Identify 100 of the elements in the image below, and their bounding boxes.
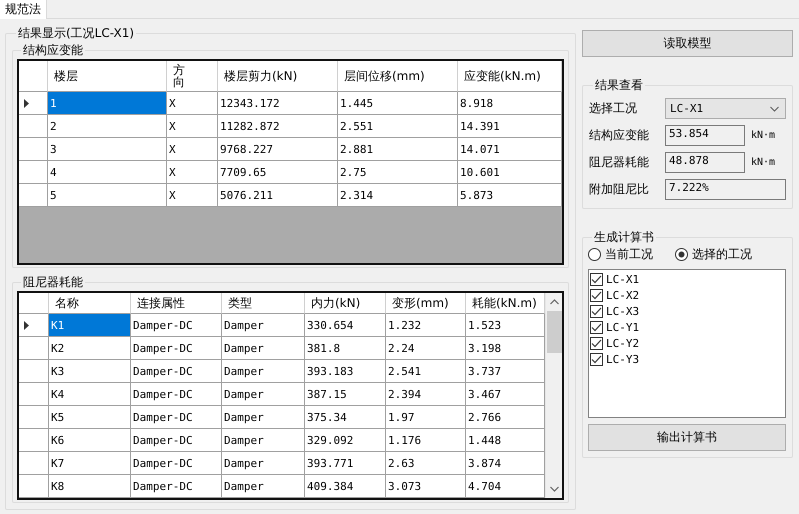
tab[interactable]: 规范法: [0, 0, 47, 19]
table-cell[interactable]: 2.394: [386, 383, 466, 406]
column-header[interactable]: 方向: [167, 61, 218, 92]
table-cell[interactable]: 10.601: [458, 161, 562, 184]
table-cell[interactable]: 387.15: [305, 383, 386, 406]
table-cell[interactable]: 375.34: [305, 406, 386, 429]
table-cell[interactable]: 330.654: [305, 314, 386, 337]
table-cell[interactable]: 1.97: [386, 406, 466, 429]
column-header[interactable]: 耗能(kN.m): [466, 293, 545, 314]
column-header[interactable]: 连接属性: [131, 293, 222, 314]
table-cell[interactable]: X: [167, 92, 218, 115]
table-cell[interactable]: 8.918: [458, 92, 562, 115]
scrollbar[interactable]: [545, 293, 562, 498]
data-grid[interactable]: 楼层 方向 楼层剪力(kN) 层间位移(mm) 应变能(kN.m) 1 X 12343.172 1.445 8.918 2 X 11282.872 2.551 14.391 3 X 9768.227 2.881 14.071 4 X 7709.65 2.75 10.601 5 X 5076.211 2.314 5.873: [17, 59, 564, 265]
table-cell[interactable]: Damper: [222, 337, 305, 360]
table-cell[interactable]: 393.183: [305, 360, 386, 383]
read-model-button[interactable]: 读取模型: [582, 30, 793, 57]
table-cell[interactable]: Damper-DC: [131, 314, 222, 337]
row-header[interactable]: [19, 314, 49, 337]
table-cell[interactable]: Damper: [222, 383, 305, 406]
table-cell[interactable]: Damper: [222, 406, 305, 429]
table-cell[interactable]: Damper-DC: [131, 429, 222, 452]
row-header[interactable]: [19, 92, 48, 115]
column-header[interactable]: 变形(mm): [386, 293, 466, 314]
table-cell[interactable]: K1: [49, 314, 131, 337]
table-cell[interactable]: K2: [49, 337, 131, 360]
radio-option[interactable]: 选择的工况: [675, 246, 752, 263]
table-cell[interactable]: 4.704: [466, 475, 545, 498]
table-cell[interactable]: 409.384: [305, 475, 386, 498]
table-cell[interactable]: 1.523: [466, 314, 545, 337]
table-cell[interactable]: 2.24: [386, 337, 466, 360]
table-cell[interactable]: 14.071: [458, 138, 562, 161]
table-cell[interactable]: 11282.872: [218, 115, 338, 138]
table-cell[interactable]: Damper: [222, 429, 305, 452]
table-cell[interactable]: 2.314: [338, 184, 458, 207]
table-cell[interactable]: 5.873: [458, 184, 562, 207]
column-header[interactable]: 名称: [49, 293, 131, 314]
table-cell[interactable]: 14.391: [458, 115, 562, 138]
table-cell[interactable]: 2.881: [338, 138, 458, 161]
table-cell[interactable]: 2.63: [386, 452, 466, 475]
table-cell[interactable]: 3.737: [466, 360, 545, 383]
table-cell[interactable]: X: [167, 115, 218, 138]
table-cell[interactable]: Damper-DC: [131, 452, 222, 475]
table-cell[interactable]: K3: [49, 360, 131, 383]
table-cell[interactable]: Damper-DC: [131, 406, 222, 429]
table-cell[interactable]: 12343.172: [218, 92, 338, 115]
table-cell[interactable]: 3.467: [466, 383, 545, 406]
table-cell[interactable]: 3.073: [386, 475, 466, 498]
case-checkbox[interactable]: LC-X2: [590, 287, 784, 303]
table-cell[interactable]: Damper: [222, 475, 305, 498]
case-checkbox[interactable]: LC-Y3: [590, 351, 784, 367]
column-header[interactable]: 楼层: [48, 61, 167, 92]
chevron-down-icon[interactable]: [550, 486, 558, 492]
table-cell[interactable]: K4: [49, 383, 131, 406]
table-cell[interactable]: K7: [49, 452, 131, 475]
table-cell[interactable]: 3.198: [466, 337, 545, 360]
column-header[interactable]: 内力(kN): [305, 293, 386, 314]
export-report-button[interactable]: 输出计算书: [588, 424, 786, 451]
table-cell[interactable]: Damper-DC: [131, 475, 222, 498]
table-cell[interactable]: K6: [49, 429, 131, 452]
table-cell[interactable]: X: [167, 161, 218, 184]
case-checkbox[interactable]: LC-Y2: [590, 335, 784, 351]
table-cell[interactable]: Damper-DC: [131, 383, 222, 406]
table-cell[interactable]: 7709.65: [218, 161, 338, 184]
value-field[interactable]: 7.222%: [665, 179, 786, 200]
table-cell[interactable]: 1: [48, 92, 167, 115]
table-cell[interactable]: 1.445: [338, 92, 458, 115]
table-cell[interactable]: Damper: [222, 452, 305, 475]
table-cell[interactable]: 2: [48, 115, 167, 138]
table-cell[interactable]: 381.8: [305, 337, 386, 360]
table-cell[interactable]: Damper-DC: [131, 360, 222, 383]
chevron-up-icon[interactable]: [550, 299, 558, 305]
table-cell[interactable]: Damper: [222, 360, 305, 383]
table-cell[interactable]: 2.766: [466, 406, 545, 429]
table-cell[interactable]: 393.771: [305, 452, 386, 475]
table-cell[interactable]: 2.551: [338, 115, 458, 138]
scrollbar-thumb[interactable]: [546, 311, 562, 353]
column-header[interactable]: 楼层剪力(kN): [218, 61, 338, 92]
column-header[interactable]: 层间位移(mm): [338, 61, 458, 92]
table-cell[interactable]: 5076.211: [218, 184, 338, 207]
value-field[interactable]: 48.878: [665, 152, 745, 173]
table-cell[interactable]: 2.541: [386, 360, 466, 383]
case-checkbox[interactable]: LC-X1: [590, 271, 784, 287]
table-cell[interactable]: 1.448: [466, 429, 545, 452]
table-cell[interactable]: X: [167, 138, 218, 161]
table-cell[interactable]: 3: [48, 138, 167, 161]
table-cell[interactable]: K5: [49, 406, 131, 429]
table-cell[interactable]: X: [167, 184, 218, 207]
case-checkbox[interactable]: LC-Y1: [590, 319, 784, 335]
case-dropdown[interactable]: LC-X1: [665, 98, 786, 119]
value-field[interactable]: 53.854: [665, 125, 745, 146]
table-cell[interactable]: 1.176: [386, 429, 466, 452]
table-cell[interactable]: 5: [48, 184, 167, 207]
table-cell[interactable]: 329.092: [305, 429, 386, 452]
radio-option[interactable]: 当前工况: [588, 246, 653, 263]
table-cell[interactable]: 4: [48, 161, 167, 184]
table-cell[interactable]: 1.232: [386, 314, 466, 337]
table-cell[interactable]: 3.874: [466, 452, 545, 475]
table-cell[interactable]: Damper-DC: [131, 337, 222, 360]
column-header[interactable]: 应变能(kN.m): [458, 61, 562, 92]
